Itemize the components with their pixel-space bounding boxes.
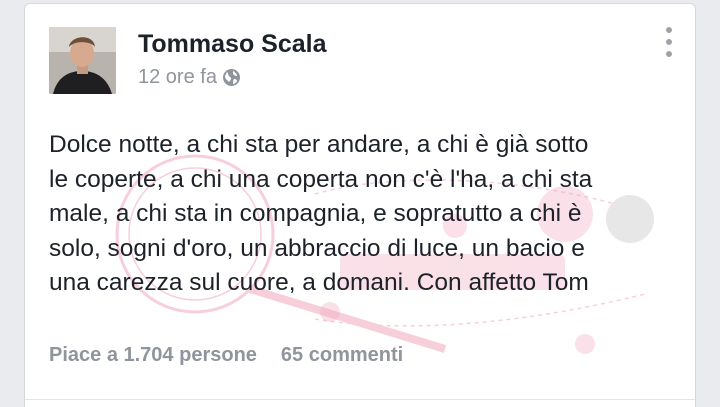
avatar[interactable] [49, 27, 116, 94]
more-options-icon[interactable] [659, 24, 679, 60]
likes-count[interactable]: Piace a 1.704 persone [49, 344, 257, 367]
post-text-line: le coperte, a chi una coperta non c'è l'… [49, 165, 593, 193]
post-text-line: Dolce notte, a chi sta per andare, a chi… [49, 131, 589, 158]
post-time[interactable]: 12 ore fa [138, 66, 217, 89]
post-stats: Piace a 1.704 persone 65 commenti [49, 344, 403, 367]
post-card: Tommaso Scala 12 ore fa Dolce notte, a c… [24, 3, 696, 407]
divider [25, 399, 695, 400]
author-name[interactable]: Tommaso Scala [138, 30, 327, 59]
globe-icon [222, 68, 241, 87]
post-text-line: male, a chi sta in compagnia, e sopratut… [49, 200, 582, 227]
comments-count[interactable]: 65 commenti [281, 344, 403, 367]
post-text-line: solo, sogni d'oro, un abbraccio di luce,… [49, 234, 585, 262]
post-meta: 12 ore fa [138, 66, 241, 89]
post-text: Dolce notte, a chi sta per andare, a chi… [49, 128, 679, 301]
post-text-line: una carezza sul cuore, a domani. Con aff… [49, 269, 589, 296]
